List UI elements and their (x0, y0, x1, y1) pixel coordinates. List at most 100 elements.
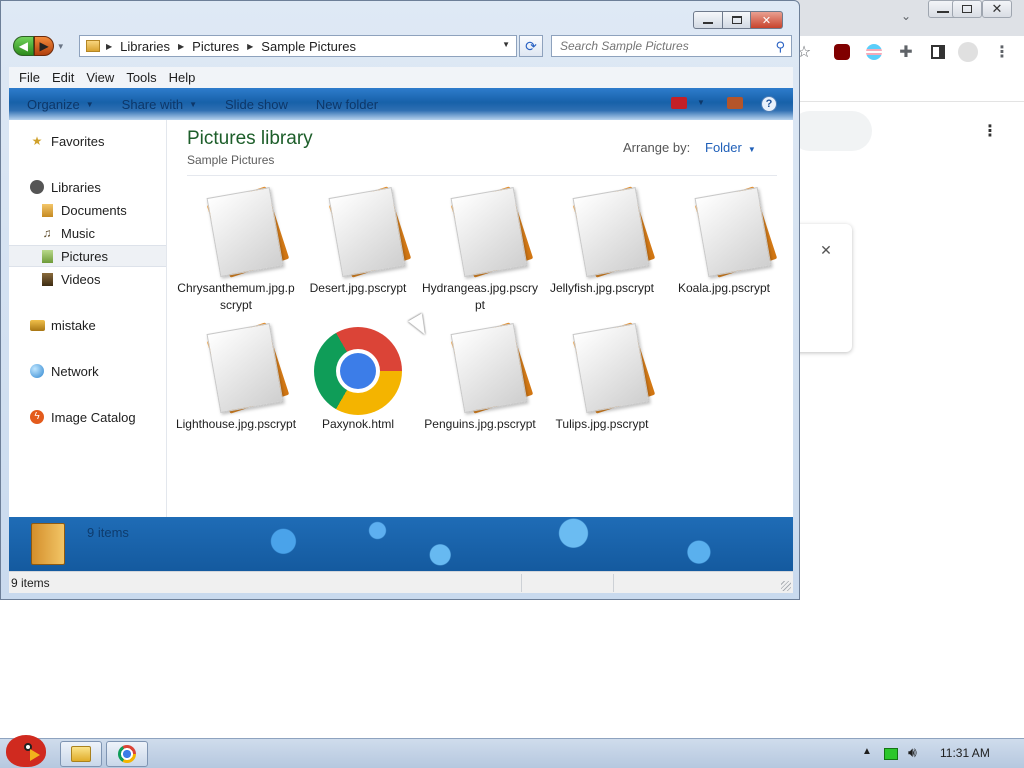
search-box[interactable]: ⚲ (551, 35, 792, 57)
status-item-count: 9 items (11, 575, 50, 590)
breadcrumb-sample-pictures[interactable]: Sample Pictures (261, 39, 356, 54)
volume-icon[interactable]: 🔊︎ (908, 744, 917, 761)
file-name: Desert.jpg.pscrypt (309, 281, 407, 295)
menu-file[interactable]: File (19, 70, 40, 85)
nav-image-catalog[interactable]: ϟ Image Catalog (9, 406, 166, 428)
user-folder-icon (29, 317, 45, 333)
refresh-button[interactable]: ⟳ (519, 35, 543, 57)
file-item[interactable]: Lighthouse.jpg.pscrypt (175, 322, 297, 456)
help-icon[interactable]: ? (761, 96, 777, 112)
extension-flag-icon[interactable] (864, 42, 884, 62)
nav-pictures[interactable]: Pictures (9, 245, 166, 267)
maximize-button[interactable] (723, 11, 751, 29)
folder-icon (31, 523, 65, 565)
address-dropdown-icon[interactable]: ▼ (502, 40, 510, 49)
arrange-by-value: Folder (705, 140, 742, 155)
taskbar-chrome-button[interactable] (106, 741, 148, 767)
menu-view[interactable]: View (86, 70, 114, 85)
chrome-restore-button[interactable] (952, 0, 982, 18)
navigation-pane: ★ Favorites Libraries Documents ♫ Music … (9, 120, 167, 517)
taskbar-explorer-button[interactable] (60, 741, 102, 767)
file-item[interactable]: Jellyfish.jpg.pscrypt (541, 186, 663, 320)
close-button[interactable]: ✕ (751, 11, 783, 29)
nav-user[interactable]: mistake (9, 314, 166, 336)
arrange-by-dropdown[interactable]: Folder ▼ (705, 140, 756, 155)
resize-grip-icon[interactable] (781, 581, 791, 591)
breadcrumb-arrow-icon[interactable]: ▶ (178, 42, 184, 51)
menu-tools[interactable]: Tools (126, 70, 156, 85)
chrome-close-button[interactable]: ✕ (982, 0, 1012, 18)
videos-icon (39, 271, 55, 287)
share-with-button[interactable]: Share with ▼ (122, 97, 197, 112)
address-bar[interactable]: ▶ Libraries ▶ Pictures ▶ Sample Pictures… (79, 35, 517, 57)
chevron-down-icon[interactable]: ▼ (697, 98, 705, 107)
file-name: Penguins.jpg.pscrypt (424, 417, 536, 431)
breadcrumb-arrow-icon[interactable]: ▶ (247, 42, 253, 51)
file-item[interactable]: Desert.jpg.pscrypt (297, 186, 419, 320)
chrome-menu-kebab-icon[interactable]: ⋮ (992, 42, 1012, 62)
breadcrumb-libraries[interactable]: Libraries (120, 39, 170, 54)
change-view-icon[interactable] (671, 97, 687, 109)
menu-edit[interactable]: Edit (52, 70, 74, 85)
menu-help[interactable]: Help (169, 70, 196, 85)
catalog-icon: ϟ (29, 409, 45, 425)
slide-show-label: Slide show (225, 96, 288, 112)
file-item[interactable]: Chrysanthemum.jpg.pscrypt (175, 186, 297, 320)
ublock-extension-icon[interactable] (832, 42, 852, 62)
close-icon: ✕ (761, 14, 772, 27)
explorer-folder-icon (71, 746, 91, 762)
encrypted-file-icon (681, 186, 778, 278)
encrypted-file-icon (315, 186, 412, 278)
nav-music-label: Music (61, 225, 95, 241)
forward-arrow-icon: ▶ (39, 39, 49, 53)
chrome-icon (118, 745, 136, 763)
file-item[interactable]: Tulips.jpg.pscrypt (541, 322, 663, 456)
new-folder-button[interactable]: New folder (316, 97, 378, 112)
search-input[interactable] (560, 39, 770, 53)
nav-videos[interactable]: Videos (9, 268, 166, 290)
magnifier-icon[interactable]: ⚲ (775, 39, 785, 55)
side-panel-icon[interactable] (928, 42, 948, 62)
nav-favorites[interactable]: ★ Favorites (9, 130, 166, 152)
preview-pane-icon[interactable] (727, 97, 743, 109)
chevron-down-icon[interactable]: ⌄ (896, 6, 916, 26)
profile-avatar-icon[interactable] (958, 42, 978, 62)
tray-expand-icon[interactable]: ▲ (862, 746, 872, 757)
forward-button[interactable]: ▶ (33, 36, 55, 56)
restore-icon (962, 5, 972, 13)
nav-pictures-label: Pictures (61, 248, 108, 264)
music-icon: ♫ (42, 226, 52, 240)
library-title: Pictures library (187, 128, 313, 149)
file-item[interactable]: Hydrangeas.jpg.pscrypt (419, 186, 541, 320)
start-button[interactable] (2, 731, 50, 768)
organize-label: Organize (27, 96, 80, 112)
page-kebab-icon[interactable]: ⋮ (980, 121, 1000, 141)
file-item[interactable]: Koala.jpg.pscrypt (663, 186, 785, 320)
status-divider (521, 574, 522, 592)
breadcrumb-arrow-icon[interactable]: ▶ (106, 42, 112, 51)
encrypted-file-icon (437, 322, 534, 414)
puzzle-extensions-icon[interactable]: ✚ (896, 42, 916, 62)
nav-documents[interactable]: Documents (9, 199, 166, 221)
breadcrumb-pictures[interactable]: Pictures (192, 39, 239, 54)
back-button[interactable]: ◀ (13, 36, 34, 56)
nav-libraries[interactable]: Libraries (9, 176, 166, 198)
network-status-icon[interactable] (884, 748, 898, 760)
nav-image-catalog-label: Image Catalog (51, 409, 136, 425)
minimize-button[interactable] (693, 11, 723, 29)
nav-music[interactable]: ♫ Music (9, 222, 166, 244)
encrypted-file-icon (559, 186, 656, 278)
chevron-down-icon: ▼ (189, 99, 198, 109)
chevron-down-icon: ▼ (56, 41, 65, 51)
file-item[interactable]: Penguins.jpg.pscrypt (419, 322, 541, 456)
file-item[interactable]: Paxynok.html (297, 324, 419, 456)
chrome-search-pill[interactable] (790, 111, 872, 151)
organize-button[interactable]: Organize ▼ (27, 97, 94, 112)
recent-pages-dropdown[interactable]: ▼ (56, 36, 65, 56)
card-close-icon[interactable]: ✕ (816, 240, 836, 260)
nav-videos-label: Videos (61, 271, 101, 287)
file-name: Koala.jpg.pscrypt (677, 281, 771, 295)
taskbar-clock[interactable]: 11:31 AM (940, 746, 990, 760)
nav-network[interactable]: Network (9, 360, 166, 382)
slide-show-button[interactable]: Slide show (225, 97, 288, 112)
